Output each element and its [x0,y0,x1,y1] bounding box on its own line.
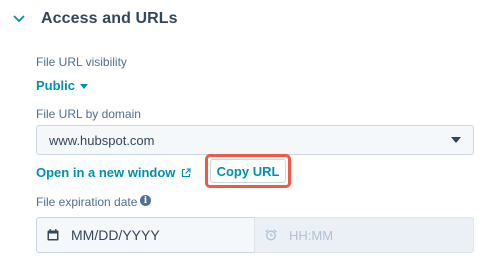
copy-url-button[interactable]: Copy URL [210,159,286,183]
expiration-label: File expiration date [36,195,138,209]
caret-down-icon [80,83,89,89]
chevron-down-icon[interactable] [12,12,26,26]
section-title: Access and URLs [41,10,178,27]
domain-select[interactable]: www.hubspot.com [36,125,474,155]
time-placeholder: HH:MM [289,227,334,243]
section-header[interactable]: Access and URLs [12,10,178,28]
expiration-time-input[interactable]: HH:MM [254,217,474,253]
calendar-icon [47,229,59,241]
caret-down-icon [451,137,461,143]
domain-select-value: www.hubspot.com [49,132,155,148]
expiration-date-input[interactable]: MM/DD/YYYY [36,217,255,253]
domain-label: File URL by domain [36,107,141,121]
info-icon[interactable]: i [140,195,151,206]
visibility-label: File URL visibility [36,55,127,69]
date-placeholder: MM/DD/YYYY [71,227,160,243]
external-link-icon [181,167,191,178]
alarm-clock-icon [265,229,277,241]
open-in-new-window-link[interactable]: Open in a new window [36,165,191,180]
visibility-dropdown[interactable]: Public [36,78,89,93]
open-link-label: Open in a new window [36,165,176,180]
visibility-value: Public [36,78,76,93]
